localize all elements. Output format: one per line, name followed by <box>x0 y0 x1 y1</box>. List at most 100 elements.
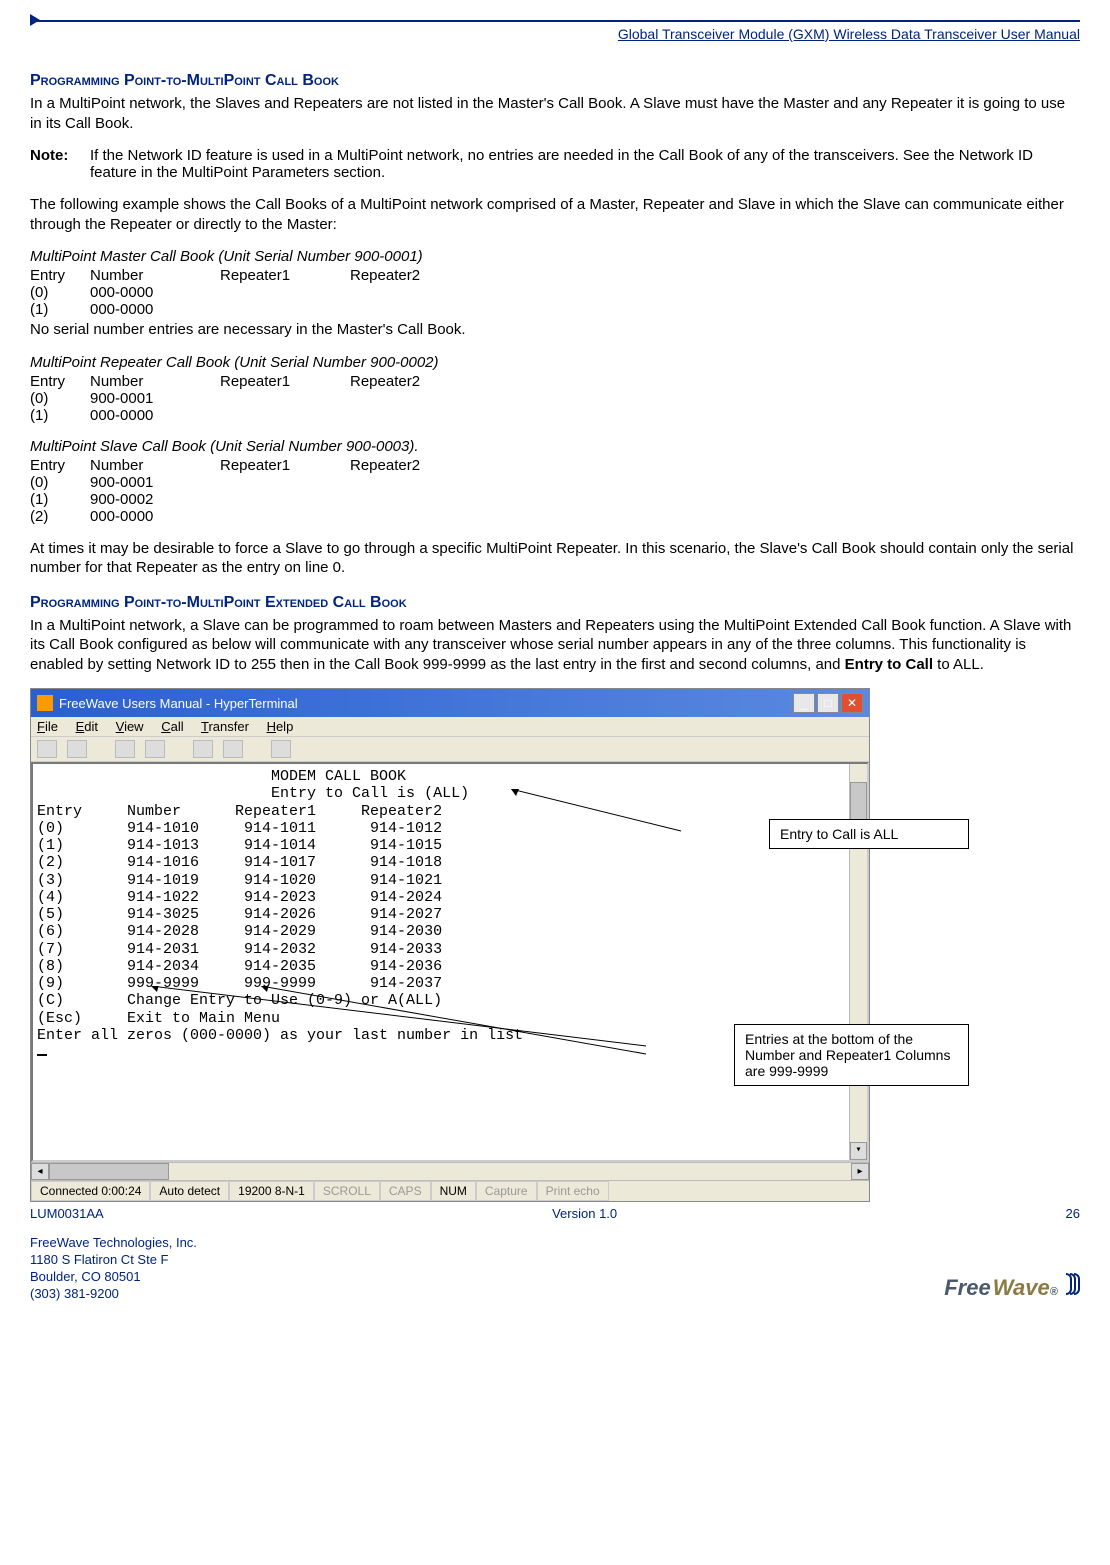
close-button[interactable]: ✕ <box>841 693 863 713</box>
terminal-cursor <box>37 1054 47 1056</box>
terminal-line: (Esc) Exit to Main Menu <box>37 1010 280 1027</box>
menu-call[interactable]: Call <box>161 719 183 734</box>
repeater-callbook-table: Entry Number Repeater1 Repeater2 (0)900-… <box>30 373 1080 424</box>
section1-para3: At times it may be desirable to force a … <box>30 539 1080 578</box>
toolbar <box>31 736 869 762</box>
hscroll-thumb[interactable] <box>49 1163 169 1180</box>
terminal-line: (1) 914-1013 914-1014 914-1015 <box>37 837 442 854</box>
cell: (0) <box>30 390 90 407</box>
master-callbook-table: Entry Number Repeater1 Repeater2 (0)000-… <box>30 267 1080 318</box>
note-text: If the Network ID feature is used in a M… <box>90 147 1080 181</box>
status-detect: Auto detect <box>150 1181 229 1201</box>
scroll-left-icon[interactable]: ◂ <box>31 1163 49 1180</box>
addr-line: (303) 381-9200 <box>30 1286 1080 1303</box>
app-icon <box>37 695 53 711</box>
addr-line: FreeWave Technologies, Inc. <box>30 1235 1080 1252</box>
section2-heading: Programming Point-to-MultiPoint Extended… <box>30 594 1080 612</box>
terminal-line: Entry Number Repeater1 Repeater2 <box>37 803 442 820</box>
send-icon[interactable] <box>193 740 213 758</box>
new-icon[interactable] <box>37 740 57 758</box>
col-entry: Entry <box>30 267 90 284</box>
terminal-line: (4) 914-1022 914-2023 914-2024 <box>37 889 442 906</box>
cell: 900-0001 <box>90 474 220 491</box>
freewave-logo: FreeWave® <box>944 1273 1080 1301</box>
receive-icon[interactable] <box>223 740 243 758</box>
col-rep2: Repeater2 <box>350 457 480 474</box>
footer-docid: LUM0031AA <box>30 1206 104 1221</box>
section1-heading: Programming Point-to-MultiPoint Call Boo… <box>30 72 1080 90</box>
cell: (0) <box>30 284 90 301</box>
terminal-line: Entry to Call is (ALL) <box>37 785 469 802</box>
status-echo: Print echo <box>537 1181 609 1201</box>
col-number: Number <box>90 457 220 474</box>
repeater-callbook-title: MultiPoint Repeater Call Book (Unit Seri… <box>30 354 1080 371</box>
col-rep2: Repeater2 <box>350 267 480 284</box>
menu-help[interactable]: Help <box>267 719 294 734</box>
status-connected: Connected 0:00:24 <box>31 1181 150 1201</box>
header-title: Global Transceiver Module (GXM) Wireless… <box>30 26 1080 42</box>
addr-line: Boulder, CO 80501 <box>30 1269 1080 1286</box>
open-icon[interactable] <box>67 740 87 758</box>
callout-bottom-entries: Entries at the bottom of the Number and … <box>734 1024 969 1086</box>
para1-suffix: to ALL. <box>933 656 984 673</box>
cell: 900-0002 <box>90 491 220 508</box>
callout-entry-to-call: Entry to Call is ALL <box>769 819 969 849</box>
window-title: FreeWave Users Manual - HyperTerminal <box>59 696 298 711</box>
logo-arcs-icon <box>1068 1273 1080 1301</box>
terminal-line: (9) 999-9999 999-9999 914-2037 <box>37 975 442 992</box>
master-note: No serial number entries are necessary i… <box>30 320 1080 340</box>
section1-para1: In a MultiPoint network, the Slaves and … <box>30 94 1080 133</box>
header-rule <box>30 20 1080 22</box>
titlebar[interactable]: FreeWave Users Manual - HyperTerminal _ … <box>31 689 869 717</box>
statusbar: Connected 0:00:24 Auto detect 19200 8-N-… <box>31 1180 869 1201</box>
master-callbook-title: MultiPoint Master Call Book (Unit Serial… <box>30 248 1080 265</box>
menu-file[interactable]: File <box>37 719 58 734</box>
status-capture: Capture <box>476 1181 537 1201</box>
terminal-line: (7) 914-2031 914-2032 914-2033 <box>37 941 442 958</box>
col-rep2: Repeater2 <box>350 373 480 390</box>
col-rep1: Repeater1 <box>220 457 350 474</box>
disconnect-icon[interactable] <box>145 740 165 758</box>
status-scroll: SCROLL <box>314 1181 380 1201</box>
col-entry: Entry <box>30 457 90 474</box>
terminal-line: (2) 914-1016 914-1017 914-1018 <box>37 854 442 871</box>
properties-icon[interactable] <box>271 740 291 758</box>
cell: (1) <box>30 491 90 508</box>
cell: 900-0001 <box>90 390 220 407</box>
slave-callbook-table: Entry Number Repeater1 Repeater2 (0)900-… <box>30 457 1080 525</box>
status-caps: CAPS <box>380 1181 431 1201</box>
page-footer: LUM0031AA Version 1.0 26 <box>30 1206 1080 1221</box>
addr-line: 1180 S Flatiron Ct Ste F <box>30 1252 1080 1269</box>
logo-wave: Wave <box>993 1275 1050 1300</box>
footer-version: Version 1.0 <box>552 1206 617 1221</box>
col-entry: Entry <box>30 373 90 390</box>
maximize-button[interactable]: □ <box>817 693 839 713</box>
scroll-right-icon[interactable]: ▸ <box>851 1163 869 1180</box>
terminal-line: (5) 914-3025 914-2026 914-2027 <box>37 906 442 923</box>
scroll-down-icon[interactable]: ▾ <box>850 1142 867 1160</box>
menu-transfer[interactable]: Transfer <box>201 719 249 734</box>
footer-address: FreeWave Technologies, Inc. 1180 S Flati… <box>30 1235 1080 1303</box>
menu-edit[interactable]: Edit <box>76 719 98 734</box>
note-block: Note: If the Network ID feature is used … <box>30 147 1080 181</box>
section1-para2: The following example shows the Call Boo… <box>30 195 1080 234</box>
connect-icon[interactable] <box>115 740 135 758</box>
note-label: Note: <box>30 147 90 181</box>
hyperterminal-window: FreeWave Users Manual - HyperTerminal _ … <box>30 688 870 1202</box>
horizontal-scrollbar[interactable]: ◂ ▸ <box>31 1162 869 1180</box>
terminal-line: (C) Change Entry to Use (0-9) or A(ALL) <box>37 992 442 1009</box>
minimize-button[interactable]: _ <box>793 693 815 713</box>
menu-view[interactable]: View <box>116 719 144 734</box>
cell: (1) <box>30 407 90 424</box>
cell: 000-0000 <box>90 301 220 318</box>
para1-bold: Entry to Call <box>845 656 933 673</box>
cell: 000-0000 <box>90 284 220 301</box>
cell: 000-0000 <box>90 407 220 424</box>
footer-page: 26 <box>1066 1206 1080 1221</box>
status-baud: 19200 8-N-1 <box>229 1181 314 1201</box>
terminal-output[interactable]: MODEM CALL BOOK Entry to Call is (ALL) E… <box>31 762 869 1162</box>
cell: (1) <box>30 301 90 318</box>
status-num: NUM <box>431 1181 476 1201</box>
terminal-line: Enter all zeros (000-0000) as your last … <box>37 1027 523 1044</box>
terminal-line: (0) 914-1010 914-1011 914-1012 <box>37 820 442 837</box>
